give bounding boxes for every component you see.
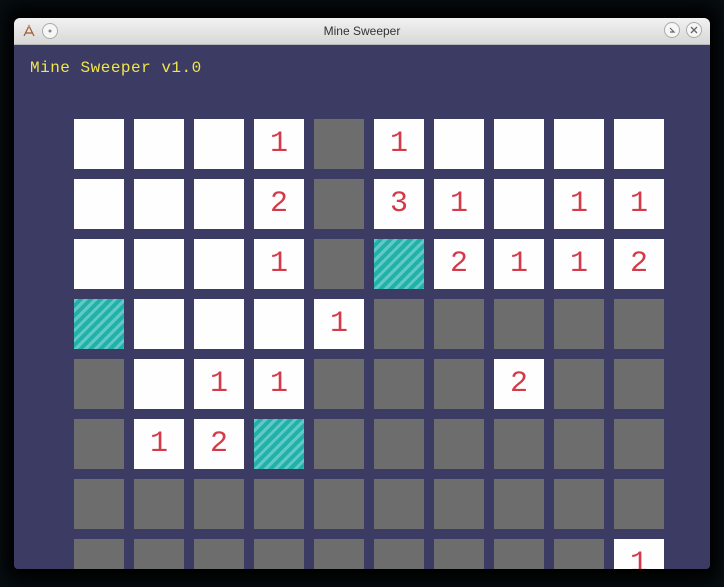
titlebar: Mine Sweeper xyxy=(14,18,710,45)
cell-5-0 xyxy=(74,419,124,469)
cell-1-4 xyxy=(314,179,364,229)
app-body: Mine Sweeper v1.0 1123111121121112121 xyxy=(14,45,710,569)
cell-7-3 xyxy=(254,539,304,569)
cell-3-2[interactable] xyxy=(194,299,244,349)
cell-5-2: 2 xyxy=(194,419,244,469)
cell-4-4 xyxy=(314,359,364,409)
cell-0-1[interactable] xyxy=(134,119,184,169)
cell-1-8: 1 xyxy=(554,179,604,229)
cell-2-7: 1 xyxy=(494,239,544,289)
cell-2-2[interactable] xyxy=(194,239,244,289)
cell-3-4: 1 xyxy=(314,299,364,349)
cell-7-7 xyxy=(494,539,544,569)
app-menu-icon[interactable] xyxy=(22,24,36,38)
cell-0-8[interactable] xyxy=(554,119,604,169)
cell-0-7[interactable] xyxy=(494,119,544,169)
cell-7-2 xyxy=(194,539,244,569)
cell-5-5 xyxy=(374,419,424,469)
titlebar-button-left[interactable] xyxy=(42,23,58,39)
cell-5-7 xyxy=(494,419,544,469)
cell-0-9[interactable] xyxy=(614,119,664,169)
cell-0-5: 1 xyxy=(374,119,424,169)
cell-6-4 xyxy=(314,479,364,529)
cell-2-6: 2 xyxy=(434,239,484,289)
cell-6-0 xyxy=(74,479,124,529)
cell-1-7[interactable] xyxy=(494,179,544,229)
cell-0-3: 1 xyxy=(254,119,304,169)
cell-6-1 xyxy=(134,479,184,529)
cell-3-3[interactable] xyxy=(254,299,304,349)
cell-7-6 xyxy=(434,539,484,569)
cell-6-7 xyxy=(494,479,544,529)
cell-6-3 xyxy=(254,479,304,529)
cell-4-6 xyxy=(434,359,484,409)
cell-4-2: 1 xyxy=(194,359,244,409)
cell-2-9: 2 xyxy=(614,239,664,289)
close-button[interactable] xyxy=(686,22,702,38)
cell-6-5 xyxy=(374,479,424,529)
cell-0-4 xyxy=(314,119,364,169)
cell-3-6 xyxy=(434,299,484,349)
cell-3-9 xyxy=(614,299,664,349)
cell-2-4 xyxy=(314,239,364,289)
cell-0-0[interactable] xyxy=(74,119,124,169)
cell-4-1[interactable] xyxy=(134,359,184,409)
cell-5-8 xyxy=(554,419,604,469)
app-window: Mine Sweeper Mine Sweeper v1.0 112311112… xyxy=(14,18,710,569)
cell-5-4 xyxy=(314,419,364,469)
cell-3-0[interactable] xyxy=(74,299,124,349)
cell-1-6: 1 xyxy=(434,179,484,229)
cell-6-2 xyxy=(194,479,244,529)
cell-6-8 xyxy=(554,479,604,529)
cell-5-6 xyxy=(434,419,484,469)
cell-4-7: 2 xyxy=(494,359,544,409)
cell-7-1 xyxy=(134,539,184,569)
minimize-button[interactable] xyxy=(664,22,680,38)
version-label: Mine Sweeper v1.0 xyxy=(30,59,202,77)
cell-1-3: 2 xyxy=(254,179,304,229)
cell-2-8: 1 xyxy=(554,239,604,289)
window-title: Mine Sweeper xyxy=(14,24,710,38)
cell-1-2[interactable] xyxy=(194,179,244,229)
cell-3-7 xyxy=(494,299,544,349)
cell-5-3[interactable] xyxy=(254,419,304,469)
cell-1-5: 3 xyxy=(374,179,424,229)
cell-2-0[interactable] xyxy=(74,239,124,289)
cell-7-5 xyxy=(374,539,424,569)
cell-4-5 xyxy=(374,359,424,409)
cell-7-4 xyxy=(314,539,364,569)
mine-board: 1123111121121112121 xyxy=(74,119,664,569)
cell-6-9 xyxy=(614,479,664,529)
cell-5-9 xyxy=(614,419,664,469)
cell-5-1: 1 xyxy=(134,419,184,469)
cell-4-3: 1 xyxy=(254,359,304,409)
cell-2-3: 1 xyxy=(254,239,304,289)
cell-1-0[interactable] xyxy=(74,179,124,229)
cell-2-1[interactable] xyxy=(134,239,184,289)
cell-6-6 xyxy=(434,479,484,529)
cell-1-1[interactable] xyxy=(134,179,184,229)
cell-7-0 xyxy=(74,539,124,569)
cell-0-2[interactable] xyxy=(194,119,244,169)
cell-7-9: 1 xyxy=(614,539,664,569)
cell-3-5 xyxy=(374,299,424,349)
cell-7-8 xyxy=(554,539,604,569)
cell-3-8 xyxy=(554,299,604,349)
cell-4-8 xyxy=(554,359,604,409)
cell-4-9 xyxy=(614,359,664,409)
cell-2-5[interactable] xyxy=(374,239,424,289)
cell-4-0 xyxy=(74,359,124,409)
cell-1-9: 1 xyxy=(614,179,664,229)
cell-3-1[interactable] xyxy=(134,299,184,349)
cell-0-6[interactable] xyxy=(434,119,484,169)
